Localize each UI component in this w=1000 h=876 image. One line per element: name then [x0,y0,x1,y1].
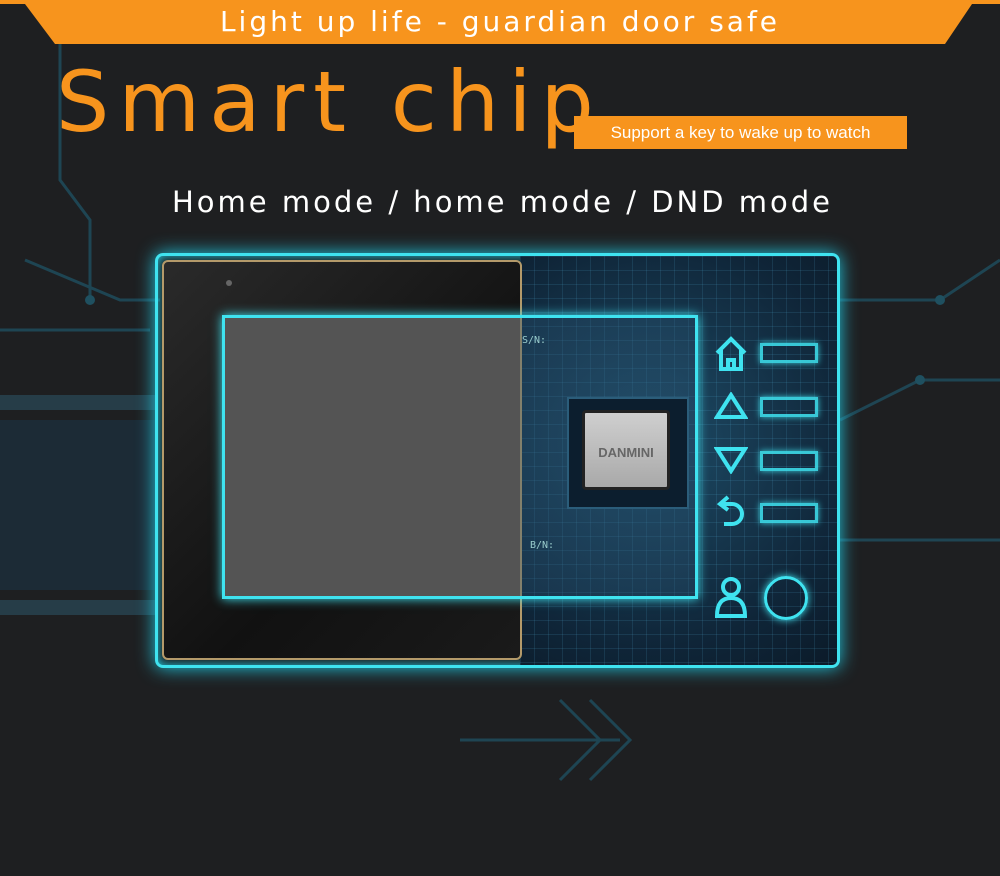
modes-text: Home mode / home mode / DND mode [172,185,834,219]
indicator-bar [760,397,818,417]
user-icon[interactable] [714,576,748,624]
down-arrow-icon[interactable] [713,446,749,478]
banner-text: Light up life - guardian door safe [219,5,781,38]
up-arrow-icon[interactable] [713,391,749,424]
indicator-bar [760,343,818,363]
camera-dot [226,280,232,286]
back-icon[interactable] [716,494,746,534]
indicator-bar [760,503,818,523]
processor-chip: DANMINI [582,410,670,490]
circle-button-icon[interactable] [764,576,808,620]
feature-badge: Support a key to wake up to watch [574,116,907,149]
bn-label: B/N: [530,540,555,551]
home-icon[interactable] [714,336,748,380]
sn-label: S/N: [522,335,547,346]
headline-title: Smart chip [56,53,603,151]
indicator-bar [760,451,818,471]
